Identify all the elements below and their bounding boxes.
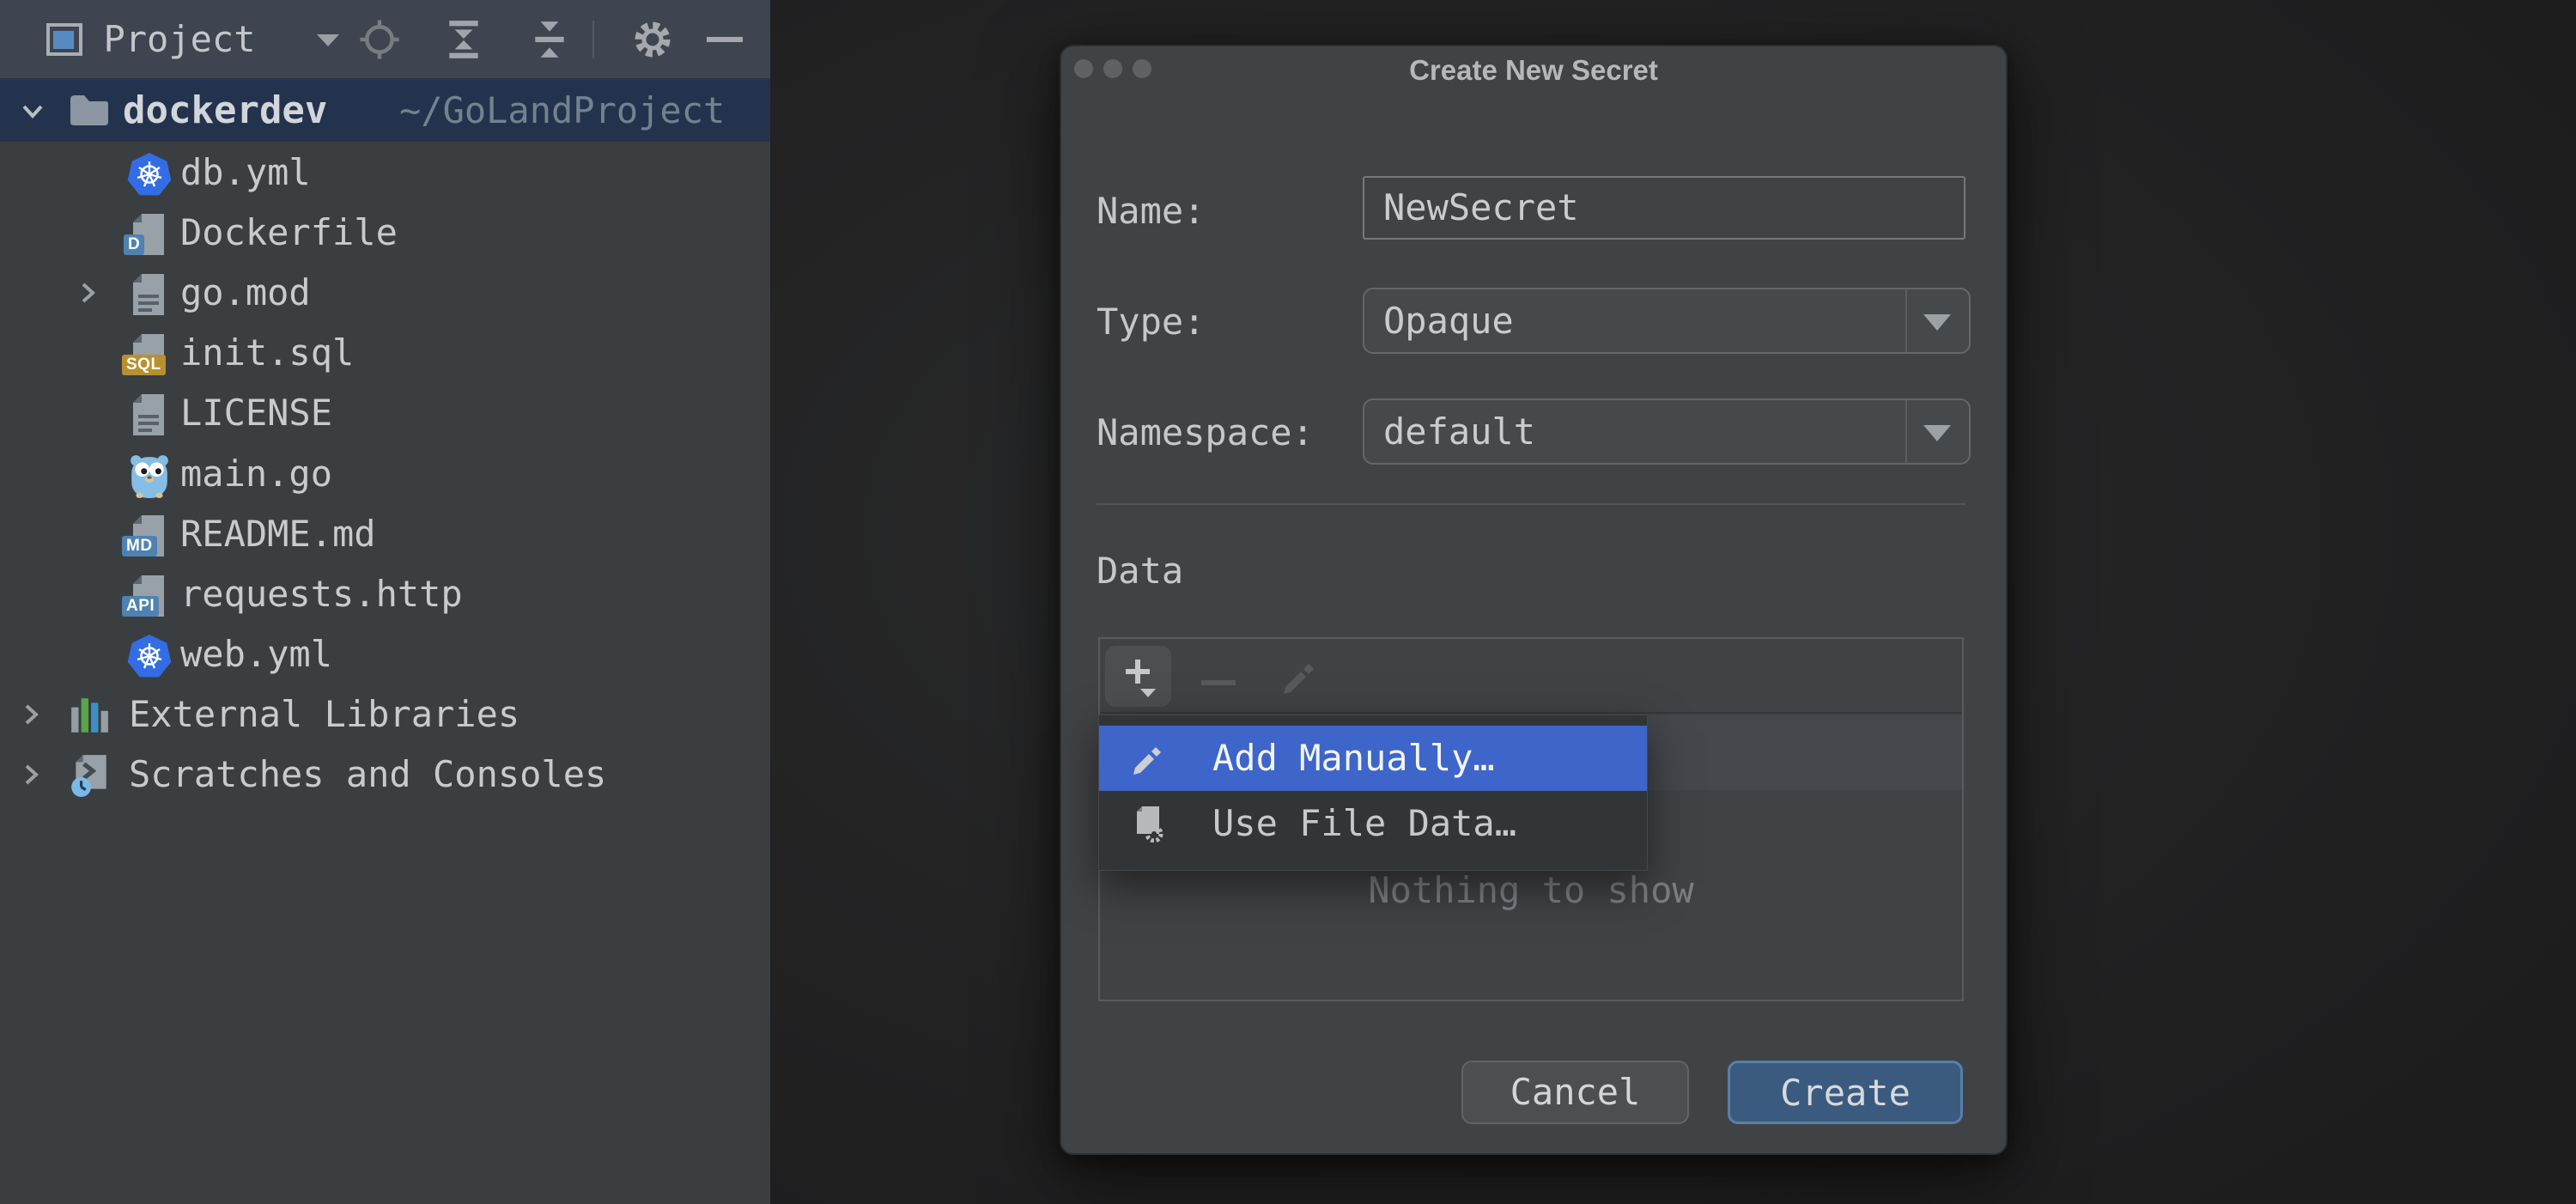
data-section-label: Data bbox=[1097, 550, 1183, 593]
tree-item-main-go[interactable]: main.go bbox=[0, 444, 770, 504]
tree-item-go-mod[interactable]: go.mod bbox=[0, 263, 770, 323]
empty-table-text: Nothing to show bbox=[1100, 869, 1962, 911]
tree-item-label: README.md bbox=[180, 504, 376, 564]
file-icon bbox=[129, 272, 172, 315]
settings-gear-icon[interactable] bbox=[629, 0, 677, 78]
tree-item-web-yml[interactable]: web.yml bbox=[0, 624, 770, 684]
tree-item-label: LICENSE bbox=[180, 383, 332, 443]
tree-item-label: Dockerfile bbox=[180, 203, 398, 263]
project-toolbar-title[interactable]: Project bbox=[94, 0, 265, 78]
type-label: Type: bbox=[1097, 301, 1205, 344]
api-badge: API bbox=[122, 596, 159, 617]
kubernetes-icon bbox=[127, 634, 170, 677]
project-toolbar: Project bbox=[0, 0, 770, 80]
menu-item-add-manually[interactable]: Add Manually… bbox=[1099, 726, 1647, 791]
sql-badge: SQL bbox=[122, 355, 166, 375]
http-file-icon: API bbox=[129, 574, 172, 617]
chevron-expanded-icon[interactable] bbox=[17, 95, 48, 126]
edit-button[interactable] bbox=[1279, 654, 1321, 701]
create-new-secret-dialog: Create New Secret Name: NewSecret Type: … bbox=[1060, 45, 2008, 1155]
markdown-file-icon: MD bbox=[129, 514, 172, 556]
tree-item-label: Scratches and Consoles bbox=[129, 745, 606, 805]
tree-item-init-sql[interactable]: SQL init.sql bbox=[0, 323, 770, 383]
remove-button[interactable] bbox=[1200, 673, 1237, 690]
tree-item-label: web.yml bbox=[180, 624, 332, 684]
dropdown-separator bbox=[1905, 289, 1907, 352]
chevron-down-icon[interactable] bbox=[309, 0, 347, 78]
project-tool-icon bbox=[45, 0, 84, 78]
menu-item-use-file-data[interactable]: Use File Data… bbox=[1099, 791, 1647, 856]
tree-item-label: main.go bbox=[180, 444, 332, 504]
tree-item-label: db.yml bbox=[180, 143, 311, 203]
create-button[interactable]: Create bbox=[1728, 1061, 1963, 1124]
file-icon bbox=[129, 392, 172, 435]
namespace-dropdown-value: default bbox=[1383, 400, 1535, 463]
namespace-dropdown[interactable]: default bbox=[1363, 398, 1971, 465]
dropdown-arrow-icon bbox=[1923, 425, 1951, 441]
tree-item-label: requests.http bbox=[180, 564, 463, 624]
sql-file-icon: SQL bbox=[129, 332, 172, 375]
tree-item-requests-http[interactable]: API requests.http bbox=[0, 564, 770, 624]
tree-item-root-dockerdev[interactable]: dockerdev ~/GoLandProject bbox=[0, 80, 770, 142]
tree-item-label: go.mod bbox=[180, 263, 311, 323]
dialog-title: Create New Secret bbox=[1061, 46, 2006, 94]
tree-item-label: External Libraries bbox=[129, 684, 519, 745]
tree-item-dockerfile[interactable]: D Dockerfile bbox=[0, 203, 770, 263]
pencil-icon bbox=[1130, 739, 1168, 777]
chevron-collapsed-icon[interactable] bbox=[72, 277, 103, 308]
root-folder-name: dockerdev bbox=[123, 80, 327, 142]
docker-badge: D bbox=[124, 234, 144, 255]
gopher-icon bbox=[129, 453, 172, 496]
collapse-all-icon[interactable] bbox=[527, 0, 572, 78]
tree-item-readme-md[interactable]: MD README.md bbox=[0, 504, 770, 564]
dockerfile-icon: D bbox=[129, 212, 172, 255]
add-button[interactable] bbox=[1105, 646, 1171, 707]
root-folder-path: ~/GoLandProject bbox=[399, 80, 725, 142]
tree-item-external-libraries[interactable]: External Libraries bbox=[0, 684, 770, 745]
expand-all-icon[interactable] bbox=[441, 0, 486, 78]
dropdown-separator bbox=[1905, 400, 1907, 463]
menu-item-label: Add Manually… bbox=[1212, 726, 1495, 791]
chevron-collapsed-icon[interactable] bbox=[15, 699, 46, 730]
cancel-button[interactable]: Cancel bbox=[1461, 1061, 1689, 1124]
md-badge: MD bbox=[122, 536, 157, 556]
dropdown-arrow-icon bbox=[1923, 314, 1951, 331]
tree-item-scratches-consoles[interactable]: Scratches and Consoles bbox=[0, 745, 770, 805]
data-toolbar bbox=[1100, 639, 1962, 714]
scratches-icon bbox=[69, 753, 112, 796]
tree-item-license[interactable]: LICENSE bbox=[0, 383, 770, 443]
menu-item-label: Use File Data… bbox=[1212, 791, 1516, 856]
file-gear-icon bbox=[1130, 805, 1168, 842]
libraries-icon bbox=[69, 695, 112, 738]
name-input[interactable]: NewSecret bbox=[1363, 176, 1965, 240]
chevron-collapsed-icon[interactable] bbox=[15, 759, 46, 790]
name-label: Name: bbox=[1097, 190, 1205, 233]
locate-file-icon[interactable] bbox=[355, 0, 404, 78]
section-separator bbox=[1097, 503, 1965, 505]
hide-panel-icon[interactable] bbox=[704, 0, 745, 78]
type-dropdown-value: Opaque bbox=[1383, 289, 1514, 352]
folder-icon bbox=[68, 90, 111, 133]
add-popup-menu: Add Manually… Use File Data… bbox=[1098, 714, 1648, 871]
type-dropdown[interactable]: Opaque bbox=[1363, 288, 1971, 354]
tree-item-db-yml[interactable]: db.yml bbox=[0, 143, 770, 203]
namespace-label: Namespace: bbox=[1097, 411, 1314, 454]
tree-item-label: init.sql bbox=[180, 323, 354, 383]
project-tool-window: Project bbox=[0, 0, 770, 1204]
kubernetes-icon bbox=[127, 152, 170, 195]
toolbar-divider bbox=[592, 21, 594, 58]
